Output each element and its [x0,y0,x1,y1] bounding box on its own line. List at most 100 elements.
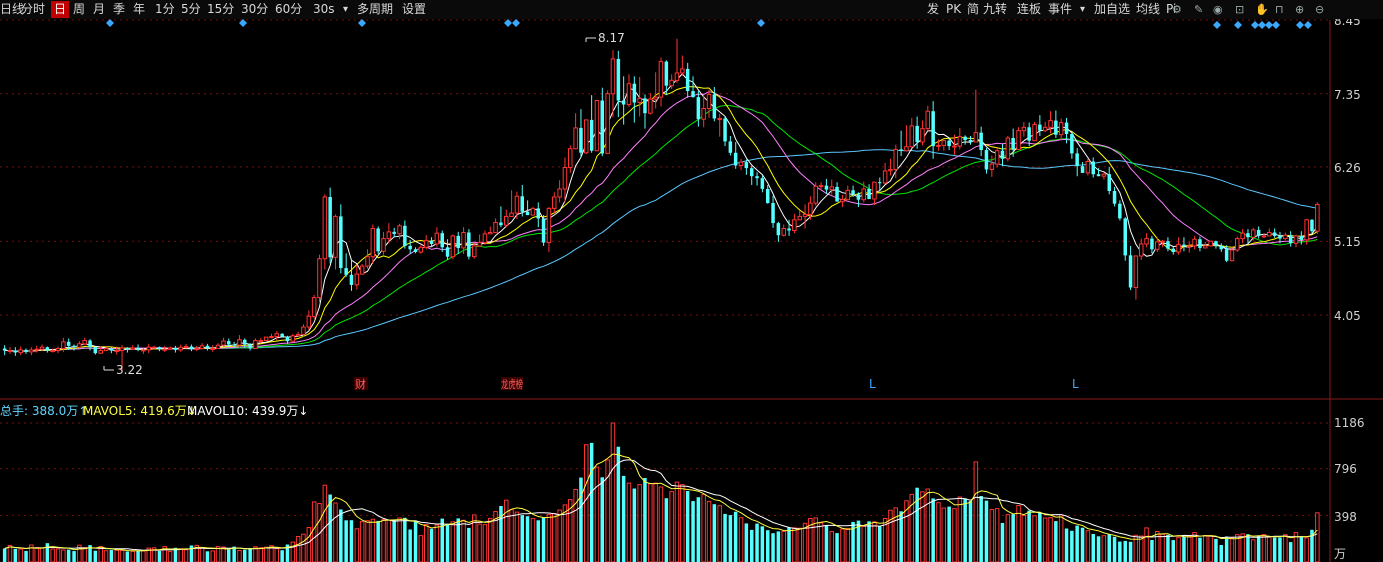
eye-icon[interactable]: ◉ [1213,2,1223,17]
volume-axis: 1186 796 398 万 [1334,416,1365,561]
btn-nine-turn[interactable]: 九转 [983,1,1007,18]
volume-bar [237,550,242,562]
volume-bar [397,517,402,562]
candle-body [904,146,909,152]
candle-body [829,186,834,191]
volume-bar [1139,535,1144,562]
settings-button[interactable]: 设置 [402,1,426,18]
volume-bar [867,521,871,562]
candle-body [653,96,658,100]
volume-bar [418,535,424,562]
tab-year[interactable]: 年 [133,1,145,18]
candle-body [1155,241,1160,250]
candle-body [1214,241,1218,246]
event-marker-finance[interactable]: 财 [355,377,366,391]
draw-pen-icon[interactable]: ✎ [1194,2,1203,17]
candle-body [920,128,925,143]
tab-30s[interactable]: 30s [313,1,335,18]
candle-body [1251,229,1256,238]
candle-body [55,348,61,351]
tab-quarter[interactable]: 季 [113,1,125,18]
tab-week[interactable]: 周 [73,1,85,18]
volume-bar [1246,534,1250,562]
volume-bar [232,546,236,562]
kline-chart[interactable]: 8.45 7.35 6.26 5.15 4.05 1186 796 398 万 … [0,0,1383,562]
volume-bar [589,442,594,562]
candle-body [813,185,818,204]
candle-body [248,344,252,349]
chevron-down-icon[interactable]: ▾ [343,1,348,18]
volume-bar [109,550,114,562]
volume-bar [1171,540,1175,562]
volume-bar [915,487,919,562]
settings-icon[interactable]: ⚙ [1172,2,1182,17]
tab-60min[interactable]: 60分 [275,1,302,18]
candle-body [856,194,861,200]
tab-30min[interactable]: 30分 [241,1,268,18]
zoom-in-icon[interactable]: ⊕ [1295,2,1304,17]
tab-5min[interactable]: 5分 [181,1,201,18]
tab-day[interactable]: 日 [51,1,70,18]
candle-body [1315,203,1320,232]
candle-body [386,231,392,240]
zoom-out-icon[interactable]: ⊖ [1315,2,1324,17]
candle-body [648,98,653,114]
candle-body [119,347,125,352]
candle-body [1027,127,1031,141]
candle-body [621,100,626,105]
price-tick: 4.05 [1334,309,1361,323]
btn-publish[interactable]: 发 [927,1,939,18]
tab-timeshare[interactable]: 分时 [21,1,45,18]
lock-icon[interactable]: ⊡ [1235,2,1244,17]
btn-limit-up[interactable]: 连板 [1017,1,1041,18]
candle-body [1219,245,1223,250]
btn-ma-lines[interactable]: 均线 [1136,1,1160,18]
tab-month[interactable]: 月 [93,1,105,18]
candle-body [616,58,621,101]
btn-pk[interactable]: PK [946,1,961,18]
volume-bar [339,509,343,562]
mavol10-label: MAVOL10: 439.9万↓ [187,404,308,418]
volume-bar [61,549,66,562]
candle-body [301,326,306,336]
candle-body [568,148,573,168]
hand-icon[interactable]: ✋ [1255,2,1269,17]
candle-body [1101,173,1107,177]
candle-body [632,83,637,103]
candle-body [680,68,685,74]
lock-open-icon[interactable]: ⊓ [1275,2,1284,17]
candle-body [365,256,370,267]
volume-bar [434,524,440,562]
volume-bar [301,533,306,562]
volume-bar [669,491,674,562]
tab-15min[interactable]: 15分 [207,1,234,18]
event-marker-lhb[interactable]: 龙虎榜 [501,377,523,391]
btn-add-watchlist[interactable]: 加自选 [1094,1,1130,18]
candle-body [467,232,471,257]
volume-bar [840,528,845,562]
event-marker-l[interactable]: L [1072,377,1079,391]
volume-bar [658,486,664,562]
low-annotation: 3.22 [103,363,143,377]
volume-bar [1054,521,1058,562]
candle-body [557,188,562,198]
volume-bar [829,531,834,562]
candle-body [536,208,540,219]
candle-body [1011,138,1015,150]
volume-bar [445,524,450,562]
chevron-down-icon[interactable]: ▾ [1080,1,1085,18]
volume-bar [1000,523,1005,562]
candle-body [1144,238,1149,245]
volume-bar [963,498,967,562]
candle-body [851,190,855,195]
candle-body [344,268,348,275]
event-marker-l[interactable]: L [869,377,876,391]
volume-bar [818,522,824,562]
candle-body [339,216,343,268]
candle-body [1123,218,1127,256]
tab-1min[interactable]: 1分 [155,1,175,18]
tab-multi-period[interactable]: 多周期 [357,1,393,18]
btn-events[interactable]: 事件 [1048,1,1072,18]
btn-simple[interactable]: 简 [967,1,979,18]
volume-bar [888,509,893,562]
